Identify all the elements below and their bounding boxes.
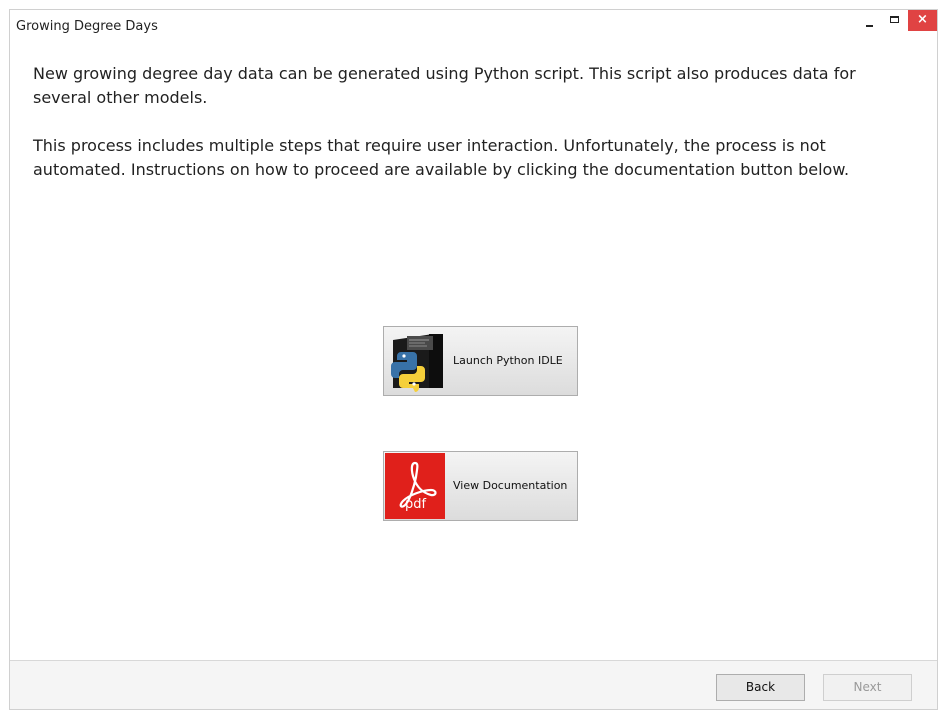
pdf-icon: pdf bbox=[385, 453, 445, 519]
launch-python-idle-button[interactable]: Launch Python IDLE bbox=[383, 326, 578, 396]
window-controls: × bbox=[858, 10, 937, 34]
minimize-button[interactable] bbox=[858, 10, 882, 30]
view-documentation-button[interactable]: pdf View Documentation bbox=[383, 451, 578, 521]
next-button[interactable]: Next bbox=[823, 674, 912, 701]
intro-paragraph: New growing degree day data can be gener… bbox=[33, 64, 856, 107]
close-button[interactable]: × bbox=[908, 10, 937, 31]
dialog-window: Growing Degree Days × New growing degree… bbox=[9, 9, 938, 710]
title-bar: Growing Degree Days × bbox=[10, 10, 937, 44]
wizard-footer: Back Next bbox=[10, 660, 937, 709]
maximize-icon bbox=[890, 16, 899, 23]
view-documentation-label: View Documentation bbox=[453, 479, 568, 492]
window-title: Growing Degree Days bbox=[16, 19, 158, 34]
maximize-button[interactable] bbox=[882, 10, 906, 30]
instructions-text: New growing degree day data can be gener… bbox=[33, 62, 893, 182]
process-paragraph: This process includes multiple steps tha… bbox=[33, 136, 850, 179]
launch-python-idle-label: Launch Python IDLE bbox=[453, 354, 563, 367]
minimize-icon bbox=[866, 25, 873, 27]
pdf-icon-text: pdf bbox=[405, 497, 427, 512]
close-icon: × bbox=[917, 12, 928, 27]
back-button[interactable]: Back bbox=[716, 674, 805, 701]
python-idle-icon bbox=[385, 328, 445, 394]
